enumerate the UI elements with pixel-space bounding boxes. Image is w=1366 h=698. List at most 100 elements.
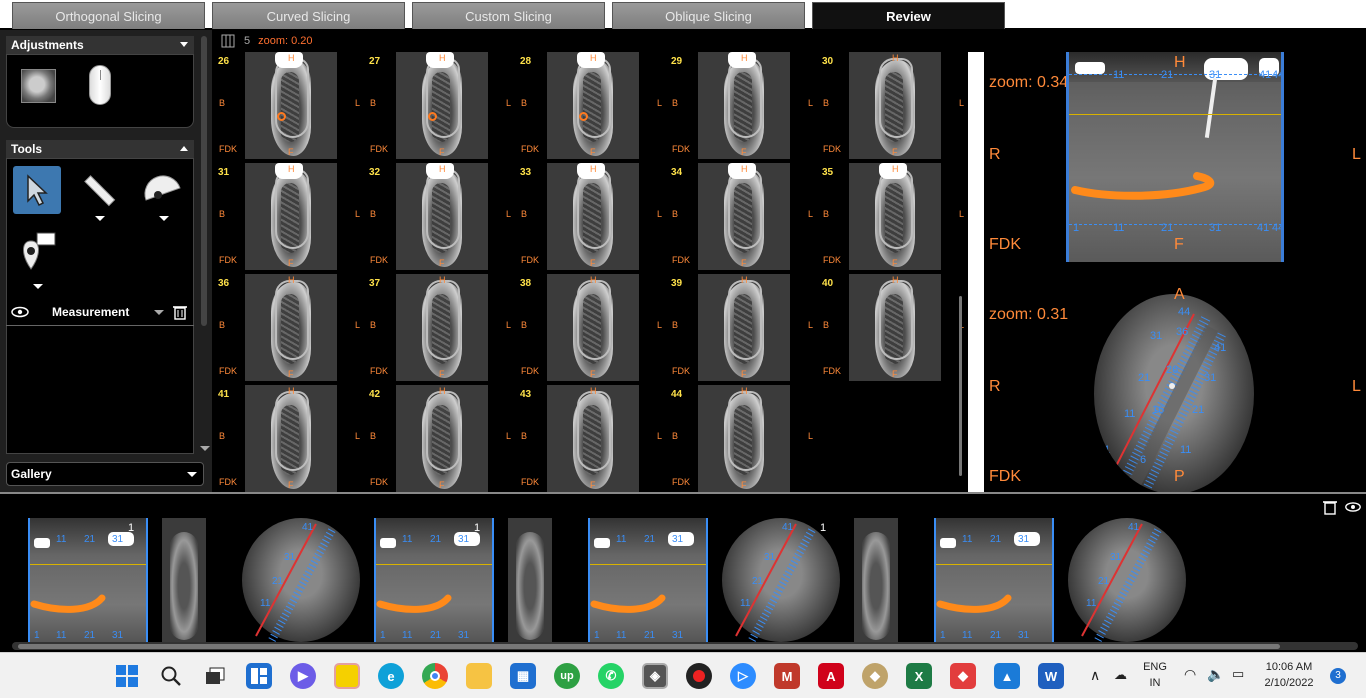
- tab-review[interactable]: Review: [812, 2, 1005, 29]
- tools-header[interactable]: Tools: [6, 140, 194, 158]
- annotation-options-chevron-icon[interactable]: [33, 284, 43, 289]
- slice-cell[interactable]: 28 H F B L FDK: [515, 52, 666, 163]
- slice-image[interactable]: [547, 163, 639, 270]
- slice-cell[interactable]: 44 H F B L FDK: [666, 385, 817, 496]
- measurement-label[interactable]: Measurement: [52, 305, 129, 319]
- angle-tool[interactable]: [139, 166, 187, 214]
- slice-image[interactable]: [698, 274, 790, 381]
- slice-image[interactable]: [849, 52, 941, 159]
- eye-visibility-icon[interactable]: [10, 306, 30, 318]
- slice-image[interactable]: [698, 52, 790, 159]
- slice-image[interactable]: [547, 385, 639, 492]
- teams-chat-icon[interactable]: ▶: [290, 663, 316, 689]
- input-language[interactable]: ENG: [1141, 661, 1169, 673]
- trash-icon[interactable]: [173, 304, 187, 320]
- gallery-axial-thumbnail[interactable]: 41 31 21 11: [242, 518, 360, 642]
- slice-cell[interactable]: 39 H F B L FDK: [666, 274, 817, 385]
- slice-image[interactable]: [698, 385, 790, 492]
- search-icon[interactable]: [158, 663, 184, 689]
- slice-cell[interactable]: 26 H F B L FDK: [213, 52, 364, 163]
- slice-cell[interactable]: 27 H F B L FDK: [364, 52, 515, 163]
- mouse-mode-icon[interactable]: [89, 65, 111, 105]
- gallery-panoramic-thumbnail[interactable]: 11 21 31 1 11 21 31: [934, 518, 1054, 642]
- whatsapp-icon[interactable]: ✆: [598, 663, 624, 689]
- volume-icon[interactable]: 🔈: [1207, 666, 1224, 683]
- gallery-slice-thumbnail[interactable]: 1: [820, 518, 898, 642]
- axial-view[interactable]: 44 31 36 21 26 11 16 1 6 11 21 31 41: [1094, 294, 1254, 494]
- slice-image[interactable]: [396, 274, 488, 381]
- gallery-panoramic-thumbnail[interactable]: 11 21 31 1 11 21 31: [374, 518, 494, 642]
- slice-cell[interactable]: 40HFBLFDK: [817, 274, 968, 385]
- mendeley-icon[interactable]: M: [774, 663, 800, 689]
- slice-cell[interactable]: 43 H F B L FDK: [515, 385, 666, 496]
- slice-image[interactable]: [396, 163, 488, 270]
- gallery-panoramic-thumbnail[interactable]: 11 21 31 1 11 21 31: [28, 518, 148, 642]
- gallery-slice-thumbnail[interactable]: 1: [474, 518, 552, 642]
- battery-icon[interactable]: ▭: [1232, 666, 1244, 682]
- chevron-down-icon[interactable]: [180, 42, 188, 47]
- clock-date[interactable]: 2/10/2022: [1258, 677, 1320, 689]
- tab-oblique-slicing[interactable]: Oblique Slicing: [612, 2, 805, 29]
- left-panel-scrollbar[interactable]: [201, 36, 207, 326]
- gallery-dropdown[interactable]: Gallery: [6, 462, 204, 486]
- slice-cell[interactable]: 36 H F B L FDK: [213, 274, 364, 385]
- gallery-axial-thumbnail[interactable]: 41 31 21 11: [1068, 518, 1186, 642]
- slice-image[interactable]: [245, 385, 337, 492]
- slice-image[interactable]: [245, 52, 337, 159]
- input-region[interactable]: IN: [1141, 677, 1169, 689]
- ruler-options-chevron-icon[interactable]: [95, 216, 105, 221]
- slice-image[interactable]: [547, 52, 639, 159]
- screen-recorder-icon[interactable]: [686, 663, 712, 689]
- slice-image[interactable]: [396, 52, 488, 159]
- sticky-notes-icon[interactable]: [334, 663, 360, 689]
- excel-icon[interactable]: X: [906, 663, 932, 689]
- anydesk-icon[interactable]: ◆: [950, 663, 976, 689]
- view-splitter[interactable]: [968, 52, 984, 492]
- start-windows-icon[interactable]: [114, 663, 140, 689]
- slice-image[interactable]: [245, 274, 337, 381]
- slice-image[interactable]: [849, 274, 941, 381]
- zoom-app-icon[interactable]: ▷: [730, 663, 756, 689]
- layout-columns-icon[interactable]: [221, 34, 235, 48]
- scroll-down-icon[interactable]: [200, 446, 210, 451]
- slice-cell[interactable]: 35 H F B L FDK: [817, 163, 968, 274]
- select-pointer-tool[interactable]: [13, 166, 61, 214]
- eye-visibility-icon[interactable]: [1344, 501, 1362, 513]
- task-view-icon[interactable]: [202, 663, 228, 689]
- chrome-browser-icon[interactable]: [422, 663, 448, 689]
- widgets-icon[interactable]: [246, 663, 272, 689]
- slice-image[interactable]: [547, 274, 639, 381]
- clock-time[interactable]: 10:06 AM: [1260, 661, 1318, 673]
- grid-scrollbar[interactable]: [959, 296, 962, 476]
- slice-cell[interactable]: 33 H F B L FDK: [515, 163, 666, 274]
- ruler-tool[interactable]: [75, 166, 123, 214]
- photos-icon[interactable]: ▲: [994, 663, 1020, 689]
- slice-image[interactable]: [245, 163, 337, 270]
- gallery-axial-thumbnail[interactable]: 41 31 21 11: [722, 518, 840, 642]
- acrobat-pdf-icon[interactable]: A: [818, 663, 844, 689]
- skull-3d-thumbnail-icon[interactable]: [21, 69, 56, 103]
- slice-image[interactable]: [849, 163, 941, 270]
- slice-cell[interactable]: 34 H F B L FDK: [666, 163, 817, 274]
- dental-viewer-app-icon[interactable]: ◈: [642, 663, 668, 689]
- slice-cell[interactable]: 31 H F B L FDK: [213, 163, 364, 274]
- slice-cell[interactable]: 38 H F B L FDK: [515, 274, 666, 385]
- annotation-tool[interactable]: [13, 231, 61, 279]
- word-icon[interactable]: W: [1038, 663, 1064, 689]
- slice-image[interactable]: [698, 163, 790, 270]
- slice-cell[interactable]: 37 H F B L FDK: [364, 274, 515, 385]
- slice-cell[interactable]: 32 H F B L FDK: [364, 163, 515, 274]
- upwork-icon[interactable]: up: [554, 663, 580, 689]
- adjustments-header[interactable]: Adjustments: [6, 36, 194, 54]
- slice-cell[interactable]: 30 H F B L FDK: [817, 52, 968, 163]
- angle-options-chevron-icon[interactable]: [159, 216, 169, 221]
- notification-badge[interactable]: 3: [1330, 668, 1346, 684]
- slice-cell[interactable]: 29 H F B L FDK: [666, 52, 817, 163]
- edge-browser-icon[interactable]: e: [378, 663, 404, 689]
- slice-cell[interactable]: 42 H F B L FDK: [364, 385, 515, 496]
- trash-icon[interactable]: [1323, 499, 1337, 515]
- slice-cell[interactable]: 41 H F B L FDK: [213, 385, 364, 496]
- tab-orthogonal-slicing[interactable]: Orthogonal Slicing: [12, 2, 205, 29]
- onedrive-status-icon[interactable]: ☁: [1114, 667, 1127, 683]
- microsoft-store-icon[interactable]: ▦: [510, 663, 536, 689]
